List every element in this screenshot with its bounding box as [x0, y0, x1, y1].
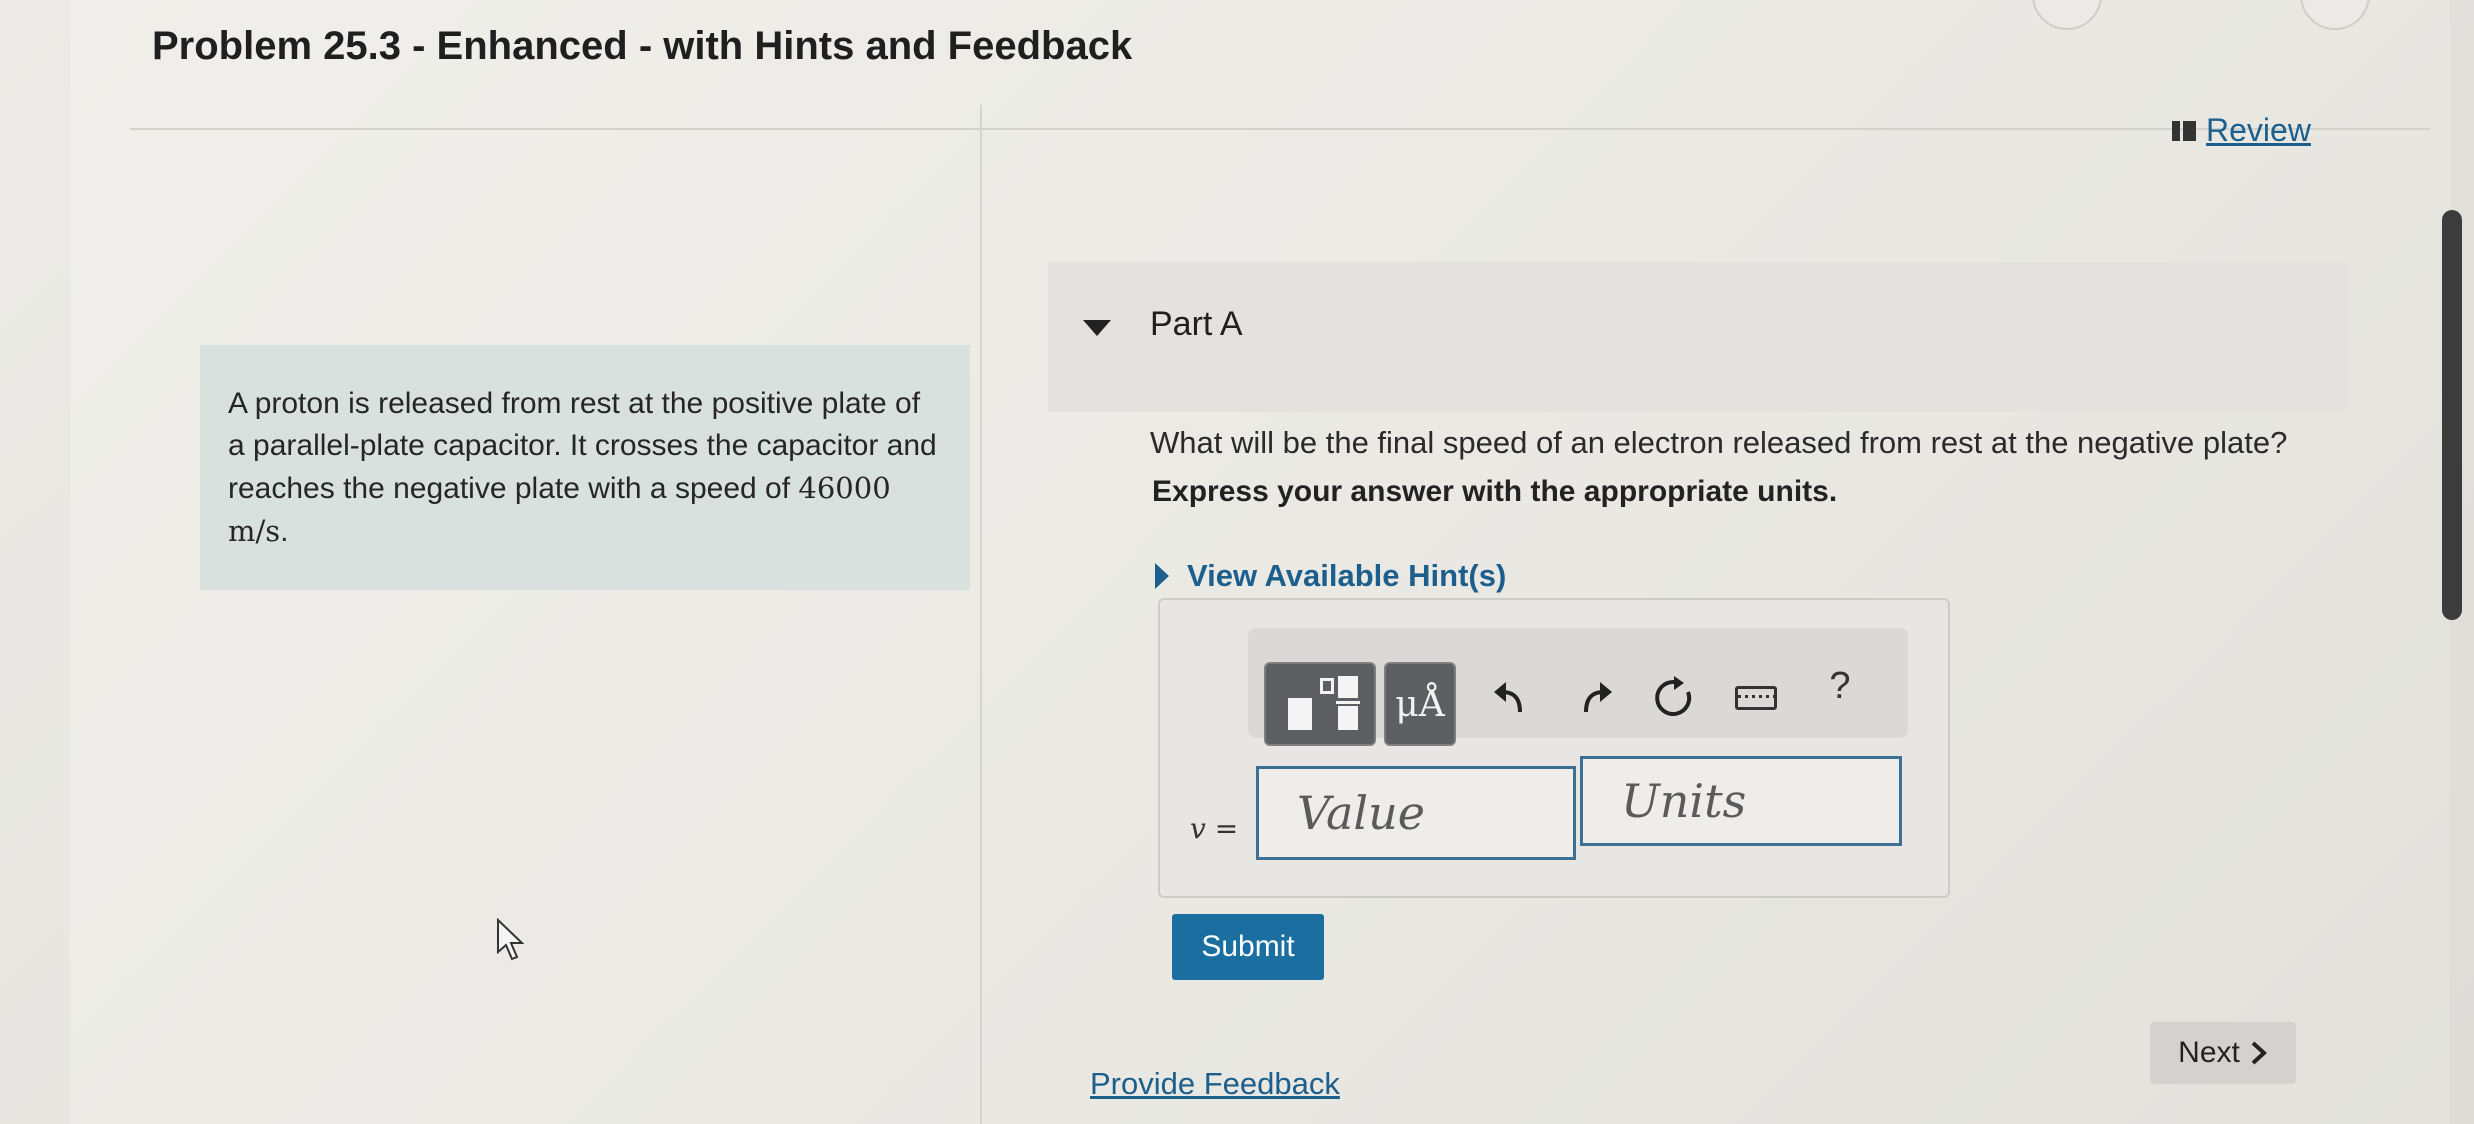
instruction-text: Express your answer with the appropriate…: [1152, 475, 1838, 508]
collapse-caret-icon[interactable]: [1083, 320, 1111, 336]
chevron-right-icon: [2251, 1041, 2267, 1065]
units-button[interactable]: μÅ: [1384, 662, 1456, 746]
intro-speed-unit: m/s: [228, 514, 281, 548]
review-link[interactable]: Review: [2172, 112, 2311, 149]
reset-icon[interactable]: [1644, 668, 1704, 728]
expand-caret-icon: [1155, 563, 1169, 589]
problem-title: Problem 25.3 - Enhanced - with Hints and…: [152, 24, 1133, 68]
next-button[interactable]: Next: [2150, 1022, 2296, 1084]
units-input[interactable]: Units: [1580, 756, 1902, 846]
help-icon[interactable]: ?: [1810, 656, 1870, 716]
redo-icon[interactable]: [1566, 668, 1626, 728]
header-divider: [130, 128, 2430, 130]
column-divider: [980, 105, 982, 1124]
value-placeholder: Value: [1297, 786, 1425, 840]
review-icon: [2172, 120, 2196, 141]
value-input[interactable]: Value: [1256, 766, 1576, 860]
keyboard-icon[interactable]: [1726, 668, 1786, 728]
view-hints-toggle[interactable]: View Available Hint(s): [1155, 558, 1506, 594]
problem-intro-text: A proton is released from rest at the po…: [228, 383, 942, 553]
units-placeholder: Units: [1621, 774, 1747, 828]
intro-text-after: .: [280, 515, 289, 548]
variable-label: v =: [1190, 812, 1239, 845]
review-label: Review: [2206, 112, 2311, 148]
next-label: Next: [2178, 1036, 2240, 1069]
templates-icon: [1284, 674, 1360, 734]
problem-intro-box: A proton is released from rest at the po…: [200, 345, 970, 590]
part-a-header[interactable]: [1048, 262, 2348, 412]
page-background: Problem 25.3 - Enhanced - with Hints and…: [0, 0, 2474, 1124]
intro-speed-value: 46000: [798, 471, 891, 505]
hints-label: View Available Hint(s): [1187, 558, 1507, 593]
provide-feedback-link[interactable]: Provide Feedback: [1090, 1066, 1340, 1102]
part-title: Part A: [1150, 305, 1243, 343]
question-text: What will be the final speed of an elect…: [1150, 425, 2288, 460]
templates-button[interactable]: [1264, 662, 1376, 746]
undo-icon[interactable]: [1480, 668, 1540, 728]
submit-button[interactable]: Submit: [1172, 914, 1324, 980]
mouse-cursor-icon: [496, 917, 530, 967]
scrollbar-thumb[interactable]: [2442, 210, 2462, 620]
